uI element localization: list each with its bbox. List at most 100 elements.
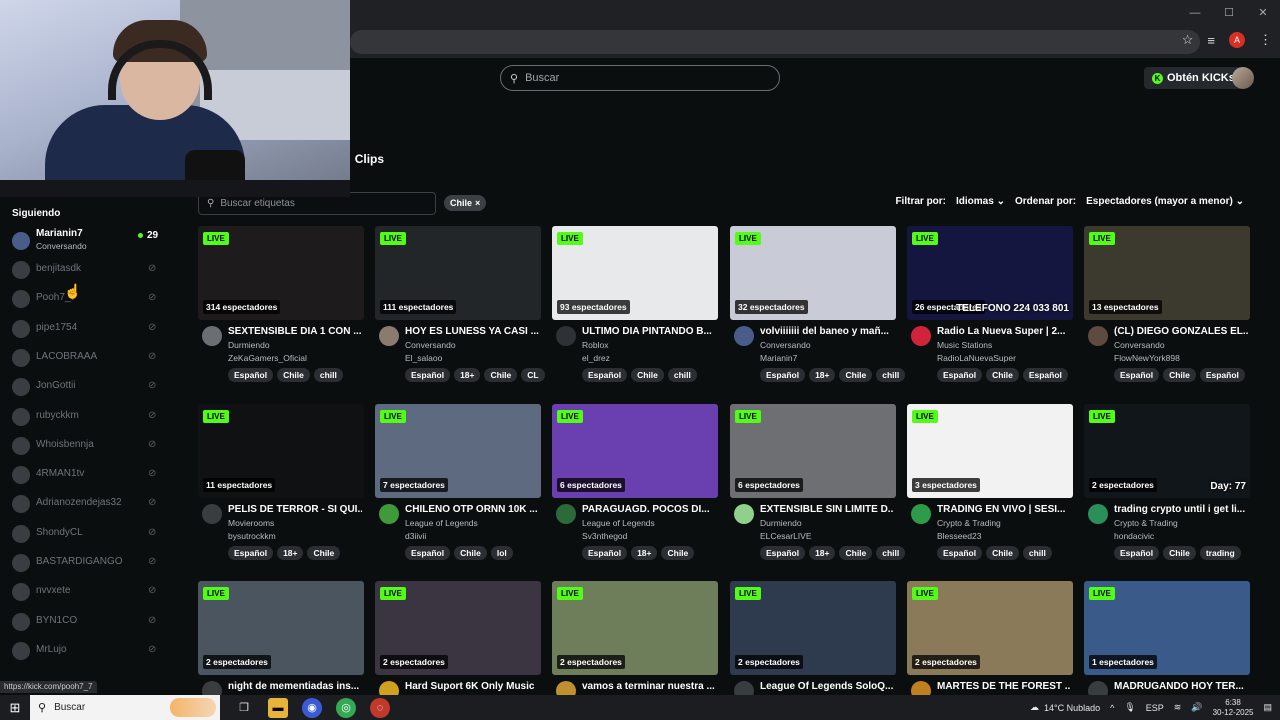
stream-card[interactable]: LIVE 32 espectadores volviiiiiii del baneo… [730, 226, 906, 390]
language-select[interactable]: Idiomas [956, 196, 1005, 207]
tag-chip[interactable]: Chile [277, 368, 310, 382]
stream-category[interactable]: Conversando [405, 340, 539, 350]
sidebar-item-channel[interactable]: benjitasdk ⊘ [0, 256, 172, 282]
browser-menu-icon[interactable]: ⋮ [1259, 32, 1272, 48]
stream-category[interactable]: Durmiendo [760, 518, 894, 528]
tag-chip[interactable]: Chile [1163, 546, 1196, 560]
stream-thumbnail[interactable]: LIVE 32 espectadores [730, 226, 896, 320]
streamer-name[interactable]: FlowNewYork898 [1114, 353, 1248, 363]
tag-chip[interactable]: Chile [307, 546, 341, 560]
streamer-name[interactable]: Marianin7 [760, 353, 894, 363]
media-controls-icon[interactable]: ≡ [1207, 33, 1215, 48]
sidebar-item-channel[interactable]: LACOBRAAA ⊘ [0, 344, 172, 370]
tag-chip[interactable]: 18+ [809, 368, 836, 382]
avatar[interactable] [911, 504, 931, 524]
stream-title[interactable]: League Of Legends SoloQ... [760, 681, 894, 692]
stream-title[interactable]: Hard Suport 6K Only Music [405, 681, 539, 692]
stream-category[interactable]: Movierooms [228, 518, 362, 528]
tag-chip[interactable]: chill [876, 368, 906, 382]
streamer-name[interactable]: bysutrockkm [228, 531, 362, 541]
avatar[interactable] [379, 326, 399, 346]
stream-title[interactable]: MADRUGANDO HOY TER... [1114, 681, 1248, 692]
stream-category[interactable]: Roblox [582, 340, 716, 350]
language-indicator[interactable]: ESP [1146, 703, 1164, 713]
stream-thumbnail[interactable]: LIVE 111 espectadores [375, 226, 541, 320]
clock[interactable]: 6:38 30-12-2025 [1213, 698, 1254, 718]
stream-thumbnail[interactable]: LIVE 2 espectadores [730, 581, 896, 675]
windows-start-icon[interactable]: ⊞ [0, 700, 30, 716]
tag-chip[interactable]: Español [937, 368, 983, 382]
tag-chip[interactable]: Español [1114, 368, 1160, 382]
stream-thumbnail[interactable]: LIVE 2 espectadores [375, 581, 541, 675]
obs-icon[interactable]: ◌ [370, 697, 390, 718]
sidebar-item-channel[interactable]: BASTARDIGANGO ⊘ [0, 549, 172, 575]
stream-title[interactable]: trading crypto until i get li... [1114, 504, 1248, 515]
stream-card[interactable]: LIVE 6 espectadores PARAGUAGD. POCOS DI...… [552, 404, 718, 568]
avatar[interactable] [379, 504, 399, 524]
active-filter-chip[interactable]: Chile × [444, 195, 487, 211]
tag-chip[interactable]: 18+ [277, 546, 304, 560]
sidebar-item-channel[interactable]: rubyckkm ⊘ [0, 403, 172, 429]
stream-title[interactable]: HOY ES LUNESS YA CASI ... [405, 326, 539, 337]
tag-chip[interactable]: Chile [484, 368, 518, 382]
stream-thumbnail[interactable]: LIVE 26 espectadores TELEFONO 224 033 801 [907, 226, 1073, 320]
user-avatar[interactable] [1232, 67, 1254, 89]
stream-card[interactable]: LIVE 7 espectadores CHILENO OTP ORNN 10K .… [375, 404, 541, 568]
tag-chip[interactable]: chill [313, 368, 343, 382]
stream-category[interactable]: Durmiendo [228, 340, 362, 350]
sidebar-item-channel[interactable]: Adrianozendejas32 ⊘ [0, 490, 172, 516]
tag-chip[interactable]: Español [582, 546, 628, 560]
tag-chip[interactable]: Chile [454, 546, 487, 560]
streamer-name[interactable]: RadioLaNuevaSuper [937, 353, 1071, 363]
tag-chip[interactable]: Español [405, 368, 451, 382]
tag-chip[interactable]: chill [1022, 546, 1052, 560]
stream-title[interactable]: ULTIMO DIA PINTANDO B... [582, 326, 716, 337]
stream-thumbnail[interactable]: LIVE 314 espectadores [198, 226, 364, 320]
tag-chip[interactable]: 18+ [809, 546, 836, 560]
stream-title[interactable]: CHILENO OTP ORNN 10K ... [405, 504, 539, 515]
tag-chip[interactable]: Chile [986, 546, 1019, 560]
avatar[interactable] [202, 326, 222, 346]
avatar[interactable] [202, 504, 222, 524]
stream-card[interactable]: LIVE 111 espectadores HOY ES LUNESS YA CAS… [375, 226, 545, 390]
maximize-button[interactable]: ☐ [1212, 0, 1246, 26]
stream-title[interactable]: PELIS DE TERROR - SI QUI... [228, 504, 362, 515]
chrome-icon[interactable]: ◎ [336, 697, 356, 718]
tag-chip[interactable]: Chile [661, 546, 695, 560]
avatar[interactable] [911, 326, 931, 346]
stream-thumbnail[interactable]: LIVE 2 espectadores [907, 581, 1073, 675]
stream-thumbnail[interactable]: LIVE 13 espectadores [1084, 226, 1250, 320]
stream-thumbnail[interactable]: LIVE 6 espectadores [552, 404, 718, 498]
stream-thumbnail[interactable]: LIVE 2 espectadores [198, 581, 364, 675]
close-window-button[interactable]: ✕ [1246, 0, 1280, 26]
stream-title[interactable]: (CL) DIEGO GONZALES EL... [1114, 326, 1248, 337]
sidebar-item-channel[interactable]: Pooh7_7 ⊘ [0, 285, 172, 311]
sidebar-item-channel[interactable]: Whoisbennja ⊘ [0, 432, 172, 458]
stream-title[interactable]: TRADING EN VIVO | SESI... [937, 504, 1071, 515]
stream-thumbnail[interactable]: LIVE 7 espectadores [375, 404, 541, 498]
tag-chip[interactable]: chill [876, 546, 906, 560]
streamer-name[interactable]: Sv3nthegod [582, 531, 716, 541]
stream-title[interactable]: MARTES DE THE FOREST ... [937, 681, 1071, 692]
tag-chip[interactable]: trading [1199, 546, 1241, 560]
tag-chip[interactable]: chill [667, 368, 697, 382]
stream-title[interactable]: EXTENSIBLE SIN LIMITE D... [760, 504, 894, 515]
tag-chip[interactable]: Español [760, 368, 806, 382]
search-input[interactable]: ⚲ Buscar [500, 65, 780, 91]
stream-category[interactable]: Crypto & Trading [1114, 518, 1248, 528]
microphone-icon[interactable]: 🎙 [1124, 702, 1135, 713]
file-explorer-icon[interactable]: ▬ [268, 697, 288, 718]
get-kicks-button[interactable]: K Obtén KICKs [1144, 67, 1243, 89]
sidebar-item-channel[interactable]: pipe1754 ⊘ [0, 315, 172, 341]
stream-title[interactable]: night de mementiadas ins... [228, 681, 362, 692]
sidebar-item-channel[interactable]: BYN1CO ⊘ [0, 608, 172, 634]
stream-card[interactable]: LIVE 6 espectadores EXTENSIBLE SIN LIMITE … [730, 404, 906, 568]
tag-chip[interactable]: 18+ [631, 546, 658, 560]
address-bar[interactable] [350, 30, 1200, 54]
minimize-button[interactable]: — [1178, 0, 1212, 26]
stream-thumbnail[interactable]: LIVE 2 espectadores Day: 77 [1084, 404, 1250, 498]
stream-thumbnail[interactable]: LIVE 6 espectadores [730, 404, 896, 498]
tag-chip[interactable]: Español [1022, 368, 1068, 382]
taskbar-search[interactable]: ⚲ Buscar [30, 695, 220, 720]
stream-card[interactable]: LIVE 3 espectadores TRADING EN VIVO | SESI… [907, 404, 1073, 568]
